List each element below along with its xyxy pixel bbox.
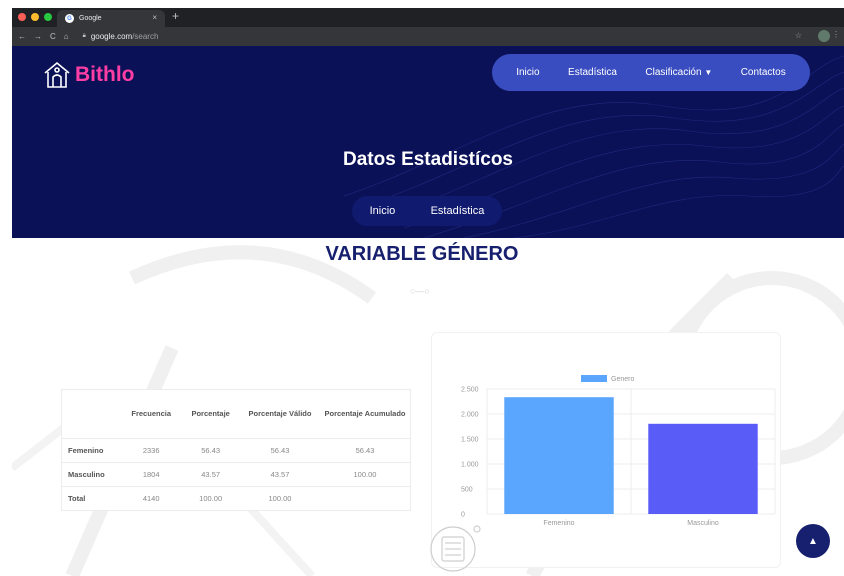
address-bar: ← → C ⌂ 🔒︎ google.com/search ☆ ⋮	[12, 27, 844, 46]
close-window-button[interactable]	[18, 13, 26, 21]
breadcrumb-inicio[interactable]: Inicio	[370, 205, 396, 217]
table-cell: 1804	[121, 461, 182, 486]
table-cell	[320, 485, 410, 510]
legend-label: Genero	[611, 376, 634, 383]
table-cell: 100.00	[320, 461, 410, 486]
nav-item-contactos[interactable]: Contactos	[741, 67, 786, 78]
breadcrumb-estadistica[interactable]: Estadística	[431, 205, 485, 217]
menu-dots-icon[interactable]: ⋮	[832, 30, 840, 39]
tab-bar: G Google × +	[12, 8, 844, 27]
frequency-table: Frecuencia Porcentaje Porcentaje Válido …	[62, 390, 410, 510]
home-icon[interactable]: ⌂	[64, 32, 69, 41]
page-title: Datos Estadistícos	[343, 149, 513, 170]
table-cell: 43.57	[181, 461, 240, 486]
chevron-down-icon: ▼	[704, 68, 713, 77]
tab-close-icon[interactable]: ×	[152, 13, 157, 22]
nav-item-inicio[interactable]: Inicio	[516, 67, 539, 78]
back-icon[interactable]: ←	[18, 32, 26, 41]
circuit-decoration-icon: ○—○	[410, 286, 430, 296]
y-tick-label: 2.000	[461, 412, 479, 419]
breadcrumb: Inicio Estadística	[352, 196, 502, 226]
scroll-to-top-button[interactable]: ▲	[796, 524, 830, 558]
url-path: /search	[132, 32, 159, 41]
window-controls	[18, 13, 52, 21]
table-cell: Total	[62, 485, 122, 510]
table-cell: 56.43	[240, 437, 320, 462]
x-tick-label: Femenino	[543, 520, 574, 527]
table-header: Porcentaje Válido	[248, 409, 312, 419]
table-cell: Masculino	[62, 461, 122, 486]
bookmark-star-icon[interactable]: ☆	[795, 31, 802, 40]
nav-item-clasificacion: Clasificación	[645, 67, 702, 78]
bar	[504, 397, 614, 514]
site-header: Bithlo Inicio Estadística Clasificación …	[12, 46, 844, 238]
table-header-row: Frecuencia Porcentaje Porcentaje Válido …	[62, 390, 410, 438]
table-header: Porcentaje Acumulado	[324, 409, 406, 419]
legend-swatch	[581, 375, 607, 382]
brand-logo[interactable]: Bithlo	[42, 60, 134, 90]
nav-item-clasificacion-wrap[interactable]: Clasificación ▼	[645, 67, 712, 78]
minimize-window-button[interactable]	[31, 13, 39, 21]
url-host: google.com	[90, 32, 133, 41]
table-cell: 100.00	[240, 485, 320, 510]
bar	[648, 423, 758, 514]
nav-item-estadistica[interactable]: Estadística	[568, 67, 617, 78]
table-row: Total 4140 100.00 100.00	[62, 485, 410, 510]
table-cell: 4140	[121, 485, 182, 510]
lock-icon: 🔒︎	[82, 33, 86, 39]
google-favicon-icon: G	[65, 14, 74, 23]
profile-avatar[interactable]	[818, 30, 830, 42]
url-field[interactable]: 🔒︎ google.com/search	[83, 32, 159, 41]
table-cell: 100.00	[181, 485, 240, 510]
y-tick-label: 1.500	[461, 437, 479, 444]
chevron-up-icon: ▲	[808, 535, 818, 547]
browser-tab[interactable]: G Google ×	[57, 10, 165, 27]
tab-title: Google	[79, 15, 102, 22]
maximize-window-button[interactable]	[44, 13, 52, 21]
server-decoration-icon	[430, 525, 481, 572]
table-row: Masculino 1804 43.57 43.57 100.00	[62, 461, 410, 486]
table-row: Femenino 2336 56.43 56.43 56.43	[62, 437, 410, 462]
section-title: VARIABLE GÉNERO	[325, 243, 519, 265]
new-tab-button[interactable]: +	[172, 9, 179, 23]
main-nav: Inicio Estadística Clasificación ▼ Conta…	[492, 54, 810, 91]
brand-name: Bithlo	[75, 63, 135, 86]
table-cell: 56.43	[320, 437, 410, 462]
table-header: Porcentaje	[191, 409, 230, 419]
x-tick-label: Masculino	[687, 520, 719, 527]
building-logo-icon	[44, 61, 70, 88]
browser-chrome: G Google × + ← → C ⌂ 🔒︎ google.com/searc…	[12, 8, 844, 46]
table-cell: 43.57	[240, 461, 320, 486]
reload-icon[interactable]: C	[50, 32, 56, 41]
y-tick-label: 0	[461, 512, 465, 519]
y-tick-label: 1.000	[461, 462, 479, 469]
frequency-table-card: Frecuencia Porcentaje Porcentaje Válido …	[61, 389, 411, 511]
table-cell: Femenino	[62, 437, 122, 462]
table-header: Frecuencia	[131, 409, 171, 419]
forward-icon[interactable]: →	[34, 32, 42, 41]
y-tick-label: 500	[461, 487, 473, 494]
table-cell: 2336	[121, 437, 182, 462]
table-cell: 56.43	[181, 437, 240, 462]
y-tick-label: 2.500	[461, 387, 479, 394]
table-header	[62, 390, 121, 438]
